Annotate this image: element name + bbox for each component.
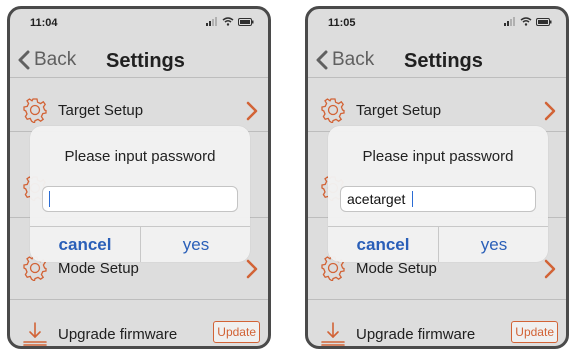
- text-cursor: [412, 191, 413, 207]
- phone-screen-right: 11:05 Back Settings Target Setup Mode Se…: [305, 6, 569, 349]
- cancel-button[interactable]: cancel: [30, 227, 140, 262]
- dialog-message: Please input password: [64, 148, 216, 165]
- dialog-message: Please input password: [362, 148, 514, 165]
- password-dialog: Please input password cancel yes: [30, 126, 250, 262]
- password-input[interactable]: [42, 186, 238, 212]
- text-cursor: [49, 191, 50, 207]
- cancel-button[interactable]: cancel: [328, 227, 438, 262]
- password-input[interactable]: [340, 186, 536, 212]
- password-dialog: Please input password cancel yes: [328, 126, 548, 262]
- yes-button[interactable]: yes: [141, 227, 250, 262]
- yes-button[interactable]: yes: [439, 227, 548, 262]
- phone-screen-left: 11:04 Back Settings Target Setup Mode Se…: [7, 6, 271, 349]
